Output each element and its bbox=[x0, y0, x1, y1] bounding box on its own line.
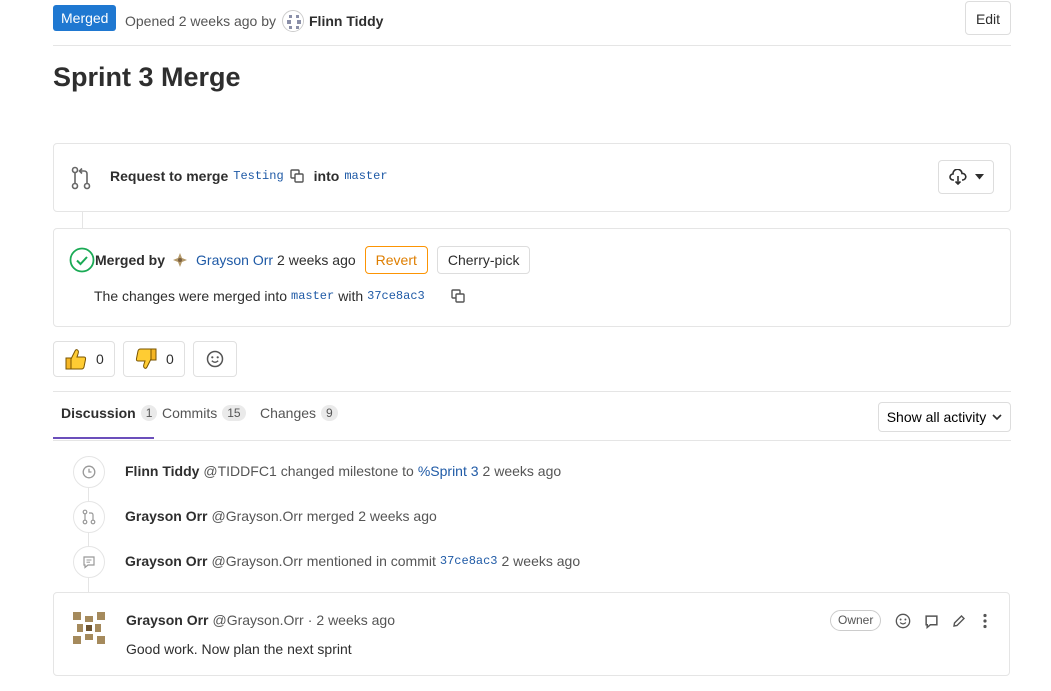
chevron-down-icon bbox=[992, 413, 1002, 421]
tab-label: Commits bbox=[162, 405, 218, 421]
tab-count: 1 bbox=[140, 405, 158, 421]
comment-icon bbox=[73, 546, 105, 578]
activity-filter-label: Show all activity bbox=[886, 409, 987, 425]
comment-note: Grayson Orr @Grayson.Orr · 2 weeks ago G… bbox=[53, 592, 1010, 676]
merged-branch[interactable]: master bbox=[291, 289, 334, 303]
merged-by-row: Merged by Grayson Orr 2 weeks ago Revert… bbox=[69, 246, 531, 274]
thumbsdown-count: 0 bbox=[166, 351, 174, 367]
active-tab-indicator bbox=[53, 437, 154, 439]
status-badge: Merged bbox=[53, 5, 117, 31]
copy-icon[interactable] bbox=[289, 169, 304, 183]
timeline-handle[interactable]: @TIDDFC1 bbox=[203, 463, 276, 479]
activity-filter-dropdown[interactable]: Show all activity bbox=[878, 402, 1011, 432]
check-circle-icon bbox=[69, 247, 95, 273]
timeline-time: 2 weeks ago bbox=[501, 553, 581, 569]
merged-details: The changes were merged into master with… bbox=[94, 288, 465, 304]
copy-commit-icon[interactable] bbox=[451, 289, 465, 303]
timeline-time: 2 weeks ago bbox=[358, 508, 437, 524]
merged-widget: Merged by Grayson Orr 2 weeks ago Revert… bbox=[53, 228, 1011, 327]
request-label: Request to merge bbox=[110, 168, 229, 184]
tab-discussion[interactable]: Discussion 1 bbox=[61, 405, 158, 421]
mr-header: Merged Opened 2 weeks ago by Flinn Tiddy… bbox=[53, 0, 1011, 46]
comment-body: Good work. Now plan the next sprint bbox=[126, 641, 352, 657]
edit-button[interactable]: Edit bbox=[965, 1, 1011, 35]
timeline-item: Flinn Tiddy @TIDDFC1 changed milestone t… bbox=[125, 463, 561, 479]
edit-icon[interactable] bbox=[950, 612, 968, 630]
tabs-divider-bottom bbox=[53, 440, 1011, 441]
thumbsup-award-button[interactable]: 0 bbox=[53, 341, 115, 377]
tabs-divider-top bbox=[53, 391, 1011, 392]
tab-count: 9 bbox=[321, 405, 338, 421]
comment-separator: · bbox=[307, 612, 313, 628]
timeline-item: Grayson Orr @Grayson.Orr merged 2 weeks … bbox=[125, 508, 437, 524]
merged-time: 2 weeks ago bbox=[277, 252, 356, 268]
commit-link[interactable]: 37ce8ac3 bbox=[367, 289, 425, 303]
timeline-author[interactable]: Grayson Orr bbox=[125, 508, 207, 524]
merge-icon bbox=[73, 501, 105, 533]
timeline-author[interactable]: Flinn Tiddy bbox=[125, 463, 199, 479]
merged-by-label: Merged by bbox=[95, 252, 166, 268]
thumbsup-count: 0 bbox=[96, 351, 104, 367]
changes-text: The changes were merged into bbox=[94, 288, 287, 304]
timeline-handle[interactable]: @Grayson.Orr bbox=[211, 553, 302, 569]
clock-icon bbox=[73, 456, 105, 488]
opened-info: Opened 2 weeks ago by Flinn Tiddy bbox=[125, 10, 383, 32]
merge-request-widget: Request to merge Testing into master bbox=[53, 143, 1011, 212]
comment-handle[interactable]: @Grayson.Orr bbox=[212, 612, 303, 628]
owner-badge: Owner bbox=[830, 610, 882, 631]
cherry-pick-button[interactable]: Cherry-pick bbox=[436, 246, 531, 274]
timeline-handle[interactable]: @Grayson.Orr bbox=[211, 508, 302, 524]
milestone-link[interactable]: %Sprint 3 bbox=[418, 463, 479, 479]
page-title: Sprint 3 Merge bbox=[53, 62, 241, 92]
author-avatar[interactable] bbox=[282, 10, 304, 32]
timeline-time: 2 weeks ago bbox=[482, 463, 562, 479]
thumbsdown-icon bbox=[134, 347, 158, 371]
merger-avatar[interactable] bbox=[171, 251, 189, 269]
avatar[interactable] bbox=[69, 608, 109, 648]
download-dropdown-button[interactable] bbox=[938, 160, 994, 194]
into-label: into bbox=[313, 168, 340, 184]
comment-time[interactable]: 2 weeks ago bbox=[316, 612, 395, 628]
merge-request-icon bbox=[70, 166, 92, 193]
tab-count: 15 bbox=[222, 405, 246, 421]
revert-button[interactable]: Revert bbox=[364, 246, 428, 274]
timeline-author[interactable]: Grayson Orr bbox=[125, 553, 207, 569]
comment-header: Grayson Orr @Grayson.Orr · 2 weeks ago bbox=[126, 612, 395, 628]
timeline-item: Grayson Orr @Grayson.Orr mentioned in co… bbox=[125, 553, 580, 569]
source-branch[interactable]: Testing bbox=[233, 169, 283, 183]
timeline-action: merged bbox=[306, 508, 355, 524]
with-label: with bbox=[338, 288, 364, 304]
widget-connector bbox=[82, 212, 83, 228]
tab-changes[interactable]: Changes 9 bbox=[260, 405, 338, 421]
timeline-action: changed milestone to bbox=[280, 463, 414, 479]
tab-commits[interactable]: Commits 15 bbox=[162, 405, 246, 421]
merge-branches: Request to merge Testing into master bbox=[110, 168, 388, 184]
tab-label: Changes bbox=[260, 405, 317, 421]
author-name[interactable]: Flinn Tiddy bbox=[309, 13, 383, 29]
tab-label: Discussion bbox=[61, 405, 136, 421]
smiley-icon bbox=[206, 350, 224, 368]
timeline-action: mentioned in commit bbox=[306, 553, 436, 569]
commit-link[interactable]: 37ce8ac3 bbox=[440, 554, 498, 568]
thumbsdown-award-button[interactable]: 0 bbox=[123, 341, 185, 377]
more-actions-icon[interactable] bbox=[976, 612, 994, 630]
opened-text: Opened 2 weeks ago by bbox=[125, 13, 276, 29]
reply-icon[interactable] bbox=[922, 612, 940, 630]
smiley-icon[interactable] bbox=[894, 612, 912, 630]
thumbsup-icon bbox=[64, 347, 88, 371]
caret-down-icon bbox=[974, 174, 984, 180]
merger-name[interactable]: Grayson Orr bbox=[196, 252, 273, 268]
comment-author[interactable]: Grayson Orr bbox=[126, 612, 208, 628]
target-branch[interactable]: master bbox=[344, 169, 387, 183]
add-reaction-button[interactable] bbox=[193, 341, 237, 377]
cloud-download-icon bbox=[948, 169, 967, 185]
